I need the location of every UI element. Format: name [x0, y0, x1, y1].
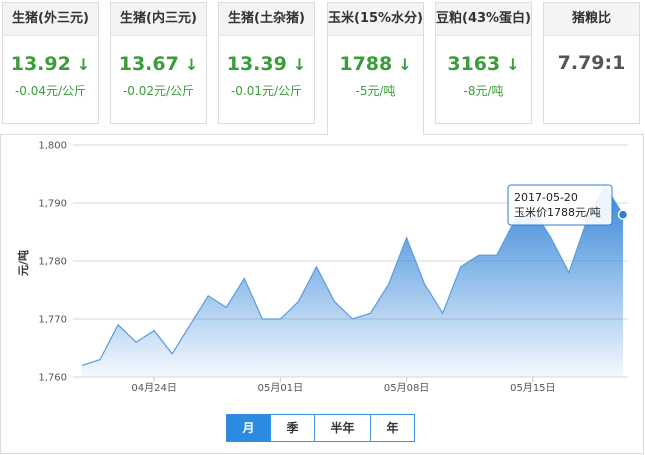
card-title: 玉米(15%水分) — [328, 3, 423, 36]
price-chart: 1,760 1,770 1,780 1,790 1,800 元/吨 04月24日 05月0… — [16, 141, 629, 394]
y-axis-ticks: 1,760 1,770 1,780 1,790 1,800 — [38, 141, 67, 384]
card-change: -0.04元/公斤 — [14, 84, 87, 98]
card-title: 生猪(土杂猪) — [219, 3, 314, 36]
card-pig-inner[interactable]: 生猪(内三元) 13.67 ↓ -0.02元/公斤 — [110, 2, 207, 124]
tooltip-date: 2017-05-20 — [514, 191, 578, 204]
card-change: -0.02元/公斤 — [122, 84, 195, 98]
x-axis-ticks: 04月24日 05月01日 05月08日 05月15日 — [131, 377, 556, 394]
period-tabs: 月 季 半年 年 — [226, 414, 415, 442]
x-tick-label: 05月01日 — [258, 382, 303, 394]
tab-year[interactable]: 年 — [370, 414, 415, 442]
tab-quarter[interactable]: 季 — [270, 414, 315, 442]
card-price: 13.92 ↓ — [10, 53, 91, 75]
card-pig-grain-ratio[interactable]: 猪粮比 7.79:1 — [543, 2, 640, 124]
card-pig-outer[interactable]: 生猪(外三元) 13.92 ↓ -0.04元/公斤 — [2, 2, 99, 124]
card-price: 1788 ↓ — [339, 53, 412, 75]
down-arrow-icon: ↓ — [184, 55, 199, 74]
y-axis-label: 元/吨 — [16, 250, 30, 276]
hover-point[interactable] — [617, 209, 629, 220]
card-change: -8元/吨 — [463, 84, 504, 98]
x-tick-label: 05月15日 — [510, 382, 555, 394]
card-change: -0.01元/公斤 — [230, 84, 303, 98]
tooltip: 2017-05-20 玉米价1788元/吨 — [507, 184, 613, 226]
price-cards: 生猪(外三元) 13.92 ↓ -0.04元/公斤 生猪(内三元) 13.67 ↓ … — [0, 0, 645, 135]
down-arrow-icon: ↓ — [76, 55, 91, 74]
card-title: 生猪(外三元) — [3, 3, 98, 36]
card-corn[interactable]: 玉米(15%水分) 1788 ↓ -5元/吨 — [327, 2, 424, 135]
x-tick-label: 05月08日 — [384, 382, 429, 394]
card-title: 生猪(内三元) — [111, 3, 206, 36]
card-title: 豆粕(43%蛋白) — [436, 3, 531, 36]
card-price: 13.39 ↓ — [226, 53, 307, 75]
y-tick-label: 1,800 — [38, 141, 67, 152]
y-tick-label: 1,790 — [38, 199, 67, 210]
card-price: 13.67 ↓ — [118, 53, 199, 75]
card-price: 3163 ↓ — [447, 53, 520, 75]
down-arrow-icon: ↓ — [506, 55, 520, 74]
x-tick-label: 04月24日 — [131, 382, 176, 394]
card-pig-mixed[interactable]: 生猪(土杂猪) 13.39 ↓ -0.01元/公斤 — [218, 2, 315, 124]
down-arrow-icon: ↓ — [398, 55, 412, 74]
tooltip-value: 玉米价1788元/吨 — [514, 206, 601, 219]
y-tick-label: 1,780 — [38, 257, 67, 268]
ratio-value: 7.79:1 — [557, 52, 626, 74]
tab-half-year[interactable]: 半年 — [314, 414, 371, 442]
card-soymeal[interactable]: 豆粕(43%蛋白) 3163 ↓ -8元/吨 — [435, 2, 532, 124]
chart-container: 1,760 1,770 1,780 1,790 1,800 元/吨 04月24日 05月0… — [0, 134, 644, 454]
tab-month[interactable]: 月 — [226, 414, 271, 442]
down-arrow-icon: ↓ — [292, 55, 307, 74]
y-tick-label: 1,760 — [38, 373, 67, 384]
card-change: -5元/吨 — [355, 84, 396, 98]
y-tick-label: 1,770 — [38, 315, 67, 326]
card-title: 猪粮比 — [544, 3, 639, 36]
